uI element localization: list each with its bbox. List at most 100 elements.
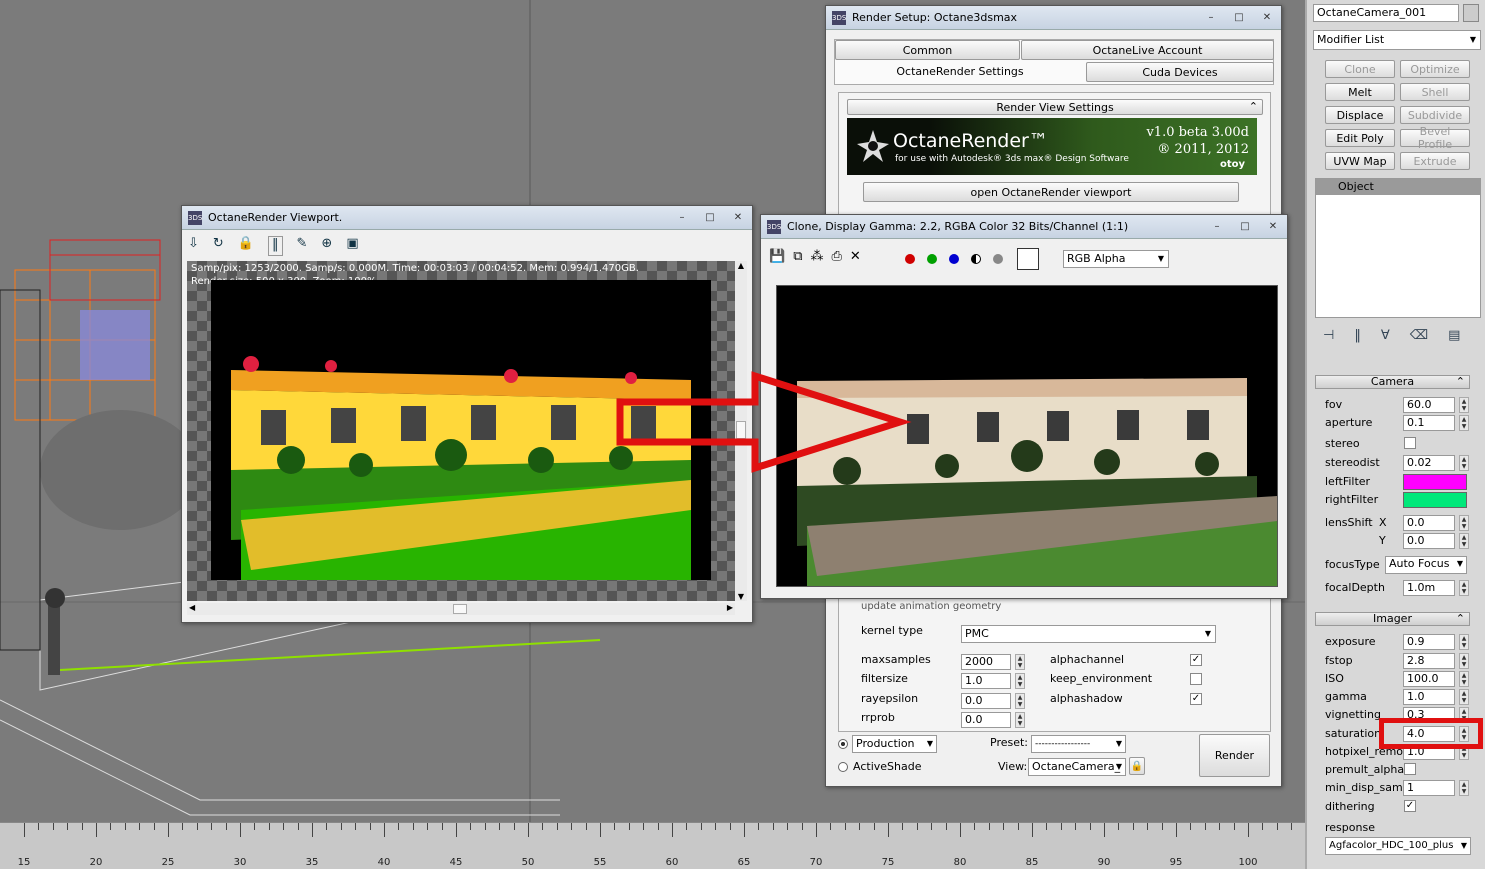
rightfilter-swatch[interactable]	[1403, 492, 1467, 508]
mono-icon[interactable]	[971, 254, 981, 264]
exposure-spinner[interactable]: ▲ ▼	[1459, 634, 1469, 650]
lensshift-y-field[interactable]: 0.0	[1403, 533, 1455, 549]
modifier-button-subdivide[interactable]: Subdivide	[1400, 106, 1470, 124]
scroll-down-icon[interactable]: ▼	[735, 592, 747, 601]
configure-sets-icon[interactable]: ▤	[1448, 328, 1460, 343]
stereodist-field[interactable]: 0.02	[1403, 455, 1455, 471]
lensshift-y-spinner[interactable]: ▲ ▼	[1459, 533, 1469, 549]
fstop-field[interactable]: 2.8	[1403, 653, 1455, 669]
section-render-view-settings[interactable]: Render View Settings ⌃	[847, 99, 1263, 115]
activeshade-radio[interactable]	[838, 762, 848, 772]
maximize-icon[interactable]: □	[1225, 9, 1253, 27]
render-setup-titlebar[interactable]: 3DS Render Setup: Octane3dsmax – □ ✕	[826, 6, 1281, 30]
rrprob-field[interactable]: 0.0	[961, 712, 1011, 728]
modifier-list-select[interactable]: Modifier List ▼	[1313, 30, 1481, 50]
focus-picker-icon[interactable]: ✎	[297, 236, 308, 256]
restart-render-icon[interactable]: ↻	[213, 236, 224, 256]
alpha-channel-icon[interactable]	[993, 254, 1003, 264]
stereodist-spinner[interactable]: ▲ ▼	[1459, 455, 1469, 471]
timeline-ruler[interactable]: 15 20 25 30 35 40 45 50 55 60 65 70 75 80 85 90 95 100	[0, 822, 1307, 869]
modifier-stack[interactable]: Object	[1315, 178, 1481, 318]
blue-channel-icon[interactable]	[949, 254, 959, 264]
pin-stack-icon[interactable]: ⊣	[1323, 328, 1334, 343]
focaldepth-spinner[interactable]: ▲ ▼	[1459, 580, 1469, 596]
octane-viewport-titlebar[interactable]: 3DS OctaneRender Viewport. – □ ✕	[182, 206, 752, 230]
red-channel-icon[interactable]	[905, 254, 915, 264]
modifier-button-optimize[interactable]: Optimize	[1400, 60, 1470, 78]
tab-octanelive-account[interactable]: OctaneLive Account	[1021, 40, 1274, 60]
leftfilter-swatch[interactable]	[1403, 474, 1467, 490]
view-select[interactable]: OctaneCamera_ ▼	[1028, 758, 1126, 776]
lock-view-button[interactable]: 🔒	[1129, 757, 1145, 775]
alphashadow-checkbox[interactable]: ✓	[1190, 693, 1202, 705]
modifier-button-displace[interactable]: Displace	[1325, 106, 1395, 124]
iso-spinner[interactable]: ▲ ▼	[1459, 671, 1469, 687]
minimize-icon[interactable]: –	[1197, 9, 1225, 27]
min-disp-samp-spinner[interactable]: ▲ ▼	[1459, 780, 1469, 796]
fstop-spinner[interactable]: ▲ ▼	[1459, 653, 1469, 669]
exposure-field[interactable]: 0.9	[1403, 634, 1455, 650]
gamma-spinner[interactable]: ▲ ▼	[1459, 689, 1469, 705]
green-channel-icon[interactable]	[927, 254, 937, 264]
material-picker-icon[interactable]: ⊕	[321, 236, 332, 256]
maxsamples-spinner[interactable]: ▲ ▼	[1015, 654, 1025, 670]
gamma-field[interactable]: 1.0	[1403, 689, 1455, 705]
maxsamples-field[interactable]: 2000	[961, 654, 1011, 670]
minimize-icon[interactable]: –	[1203, 218, 1231, 236]
focaldepth-field[interactable]: 1.0m	[1403, 580, 1455, 596]
modifier-button-melt[interactable]: Melt	[1325, 83, 1395, 101]
fov-field[interactable]: 60.0	[1403, 397, 1455, 413]
stereo-checkbox[interactable]	[1404, 437, 1416, 449]
remove-modifier-icon[interactable]: ⌫	[1410, 328, 1428, 343]
display-settings-icon[interactable]: ▣	[346, 236, 358, 256]
response-select[interactable]: Agfacolor_HDC_100_plus ▼	[1325, 837, 1471, 855]
collapse-icon[interactable]: ⌃	[1249, 100, 1258, 113]
production-radio[interactable]	[838, 739, 848, 749]
tab-common[interactable]: Common	[835, 40, 1020, 60]
camera-rollout-header[interactable]: Camera ⌃	[1315, 375, 1470, 389]
lensshift-x-field[interactable]: 0.0	[1403, 515, 1455, 531]
maximize-icon[interactable]: □	[1231, 218, 1259, 236]
close-icon[interactable]: ✕	[1253, 9, 1281, 27]
clear-icon[interactable]: ✕	[850, 249, 861, 264]
print-icon[interactable]: ⎙	[831, 249, 841, 264]
save-image-icon[interactable]: ⇩	[188, 236, 199, 256]
rrprob-spinner[interactable]: ▲ ▼	[1015, 712, 1025, 728]
scroll-left-icon[interactable]: ◀	[189, 603, 195, 612]
dithering-checkbox[interactable]: ✓	[1404, 800, 1416, 812]
object-color-swatch[interactable]	[1463, 4, 1479, 22]
imager-rollout-header[interactable]: Imager ⌃	[1315, 612, 1470, 626]
modifier-button-uvw-map[interactable]: UVW Map	[1325, 152, 1395, 170]
focustype-select[interactable]: Auto Focus ▼	[1385, 556, 1467, 574]
keep-environment-checkbox[interactable]	[1190, 673, 1202, 685]
premult-alpha-checkbox[interactable]	[1404, 763, 1416, 775]
modifier-button-bevel-profile[interactable]: Bevel Profile	[1400, 125, 1470, 151]
open-viewport-button[interactable]: open OctaneRender viewport	[863, 182, 1239, 202]
rayepsilon-field[interactable]: 0.0	[961, 693, 1011, 709]
lensshift-x-spinner[interactable]: ▲ ▼	[1459, 515, 1469, 531]
filtersize-spinner[interactable]: ▲ ▼	[1015, 673, 1025, 689]
maximize-icon[interactable]: □	[696, 209, 724, 227]
aperture-field[interactable]: 0.1	[1403, 415, 1455, 431]
minimize-icon[interactable]: –	[668, 209, 696, 227]
background-color-swatch[interactable]	[1017, 248, 1039, 270]
save-icon[interactable]: 💾	[769, 249, 785, 264]
modifier-button-shell[interactable]: Shell	[1400, 83, 1470, 101]
rayepsilon-spinner[interactable]: ▲ ▼	[1015, 693, 1025, 709]
render-button[interactable]: Render	[1199, 734, 1270, 777]
tab-cuda-devices[interactable]: Cuda Devices	[1086, 62, 1274, 82]
scroll-up-icon[interactable]: ▲	[735, 261, 747, 270]
channel-select[interactable]: RGB Alpha ▼	[1063, 250, 1169, 268]
pause-icon[interactable]: ‖	[268, 236, 283, 256]
production-select[interactable]: Production ▼	[852, 735, 937, 753]
copy-icon[interactable]: ⧉	[793, 249, 802, 264]
modifier-button-extrude[interactable]: Extrude	[1400, 152, 1470, 170]
show-end-result-icon[interactable]: ‖	[1354, 328, 1361, 343]
preset-select[interactable]: ----------------- ▼	[1031, 735, 1126, 753]
close-icon[interactable]: ✕	[724, 209, 752, 227]
alphachannel-checkbox[interactable]: ✓	[1190, 654, 1202, 666]
filtersize-field[interactable]: 1.0	[961, 673, 1011, 689]
scroll-right-icon[interactable]: ▶	[727, 603, 733, 612]
horizontal-scrollbar[interactable]: ◀ ▶	[187, 603, 735, 615]
object-name-field[interactable]: OctaneCamera_001	[1313, 4, 1459, 22]
